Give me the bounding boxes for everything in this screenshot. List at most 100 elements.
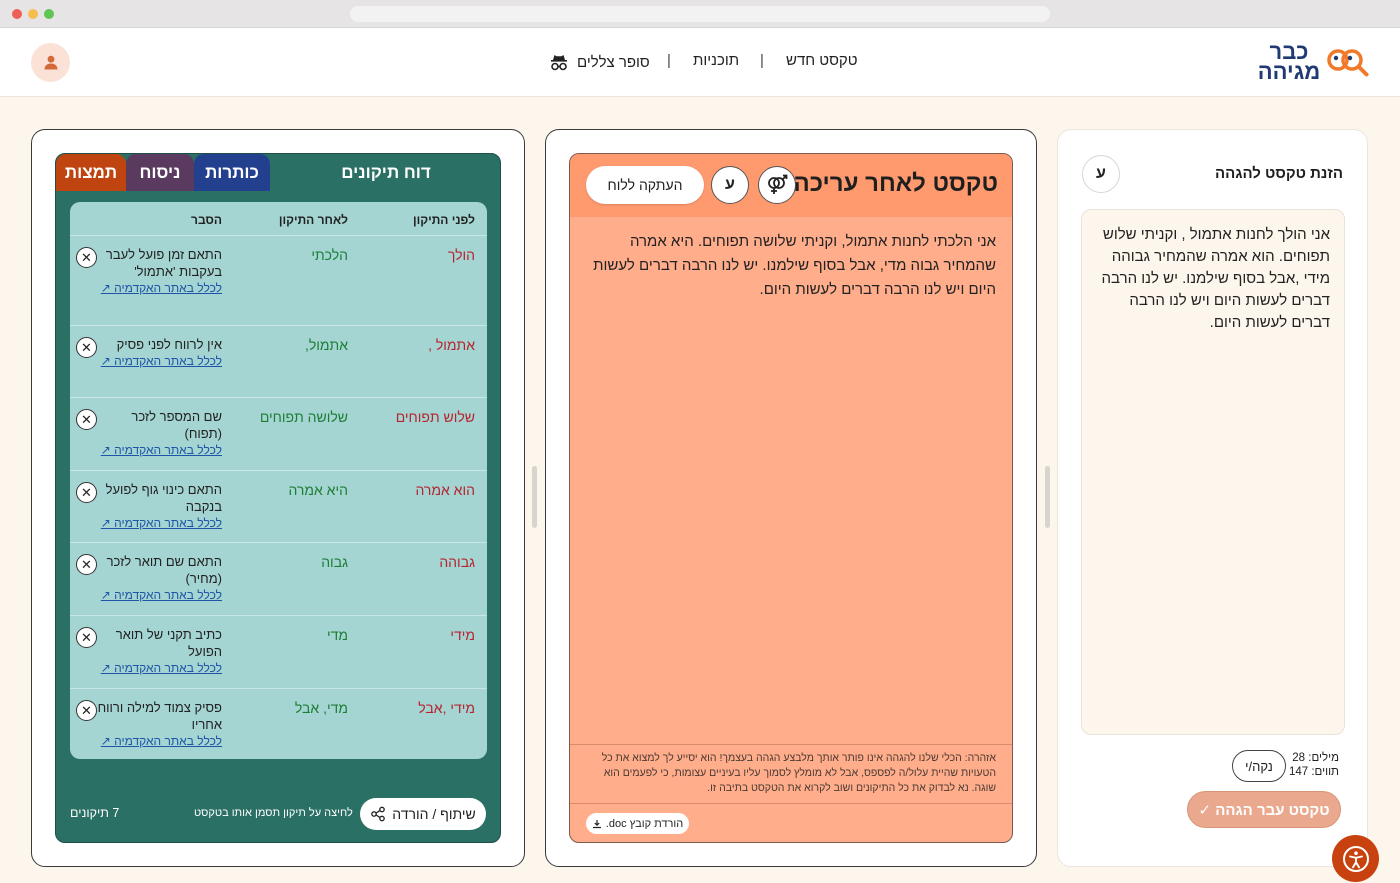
copy-to-clipboard-button[interactable]: העתקה ללוח [586, 166, 704, 204]
text-stats: מילים: 28 תווים: 147 [1289, 751, 1339, 779]
nav-separator: | [667, 52, 671, 69]
hebrew-language-button[interactable]: ע [711, 166, 749, 204]
nav-plans[interactable]: תוכניות [693, 52, 739, 69]
download-doc-label: הורדת קובץ doc. [605, 817, 684, 830]
chars-count: 147 [1288, 766, 1309, 778]
tab-headings[interactable]: כותרות [194, 154, 270, 191]
explanation-text: אין לרווח לפני פסיק [116, 337, 222, 352]
explanation: פסיק צמוד למילה ורווח אחריו לכלל באתר האק… [92, 699, 222, 750]
close-icon: ✕ [81, 484, 92, 500]
before-text: מידי ,אבל [418, 700, 475, 716]
academy-rule-link[interactable]: לכלל באתר האקדמיה ↗ [92, 660, 222, 677]
report-hint: לחיצה על תיקון תסמן אותו בטקסט [194, 807, 353, 819]
after-text: אתמול, [304, 337, 348, 353]
after-text: שלושה תפוחים [259, 409, 348, 425]
close-icon: ✕ [81, 702, 92, 718]
explanation: התאם שם תואר לזכר (מחיר) לכלל באתר האקדמי… [92, 553, 222, 604]
dismiss-correction-button[interactable]: ✕ [76, 627, 97, 648]
academy-rule-link[interactable]: לכלל באתר האקדמיה ↗ [92, 353, 222, 370]
before-text: גבוהה [439, 554, 475, 570]
browser-chrome [0, 0, 1400, 28]
address-bar[interactable] [350, 6, 1050, 22]
resize-handle[interactable] [1045, 466, 1050, 528]
dismiss-correction-button[interactable]: ✕ [76, 700, 97, 721]
corrections-report: תמצות ניסוח כותרות דוח תיקונים לפני התיק… [55, 153, 501, 843]
before-text: הוא אמרה [415, 482, 475, 498]
text-input-area[interactable]: אני הולך לחנות אתמול , וקניתי שלוש תפוחי… [1081, 209, 1345, 735]
edited-text[interactable]: אני הלכתי לחנות אתמול, וקניתי שלושה תפוח… [586, 230, 996, 302]
academy-rule-link[interactable]: לכלל באתר האקדמיה ↗ [92, 515, 222, 532]
report-title: דוח תיקונים [341, 162, 431, 182]
hebrew-language-button[interactable]: ע [1082, 155, 1120, 193]
share-download-label: שיתוף / הורדה [392, 806, 476, 822]
before-text: הולך [447, 247, 475, 263]
close-icon: ✕ [81, 556, 92, 572]
minimize-window-button[interactable] [28, 9, 38, 19]
before-text: מידי [450, 627, 475, 643]
before-text: אתמול , [428, 337, 475, 353]
input-card: הזנת טקסט להגהה ע אני הולך לחנות אתמול ,… [1057, 129, 1368, 867]
nav-new-text[interactable]: טקסט חדש [786, 52, 858, 69]
explanation: אין לרווח לפני פסיק לכלל באתר האקדמיה ↗ [92, 336, 222, 370]
dismiss-correction-button[interactable]: ✕ [76, 554, 97, 575]
academy-rule-link[interactable]: לכלל באתר האקדמיה ↗ [92, 733, 222, 750]
after-text: היא אמרה [288, 482, 348, 498]
correction-row[interactable]: הוא אמרה היא אמרה התאם כינוי גוף לפועל בנק… [70, 470, 487, 542]
dismiss-correction-button[interactable]: ✕ [76, 337, 97, 358]
share-download-button[interactable]: שיתוף / הורדה [360, 798, 486, 830]
dismiss-correction-button[interactable]: ✕ [76, 409, 97, 430]
correction-row[interactable]: מידי ,אבל מדי, אבל פסיק צמוד למילה ורווח א… [70, 688, 487, 759]
tab-summarize[interactable]: תמצות [56, 154, 126, 191]
close-window-button[interactable] [12, 9, 22, 19]
clear-button[interactable]: נקה/י [1232, 750, 1286, 782]
correction-row[interactable]: הולך הלכתי התאם זמן פועל לעבר בעקבות 'אתמו… [70, 235, 487, 325]
dismiss-correction-button[interactable]: ✕ [76, 482, 97, 503]
col-explanation-header: הסבר [191, 213, 222, 227]
after-text: מדי [326, 627, 348, 643]
correction-row[interactable]: גבוהה גבוה התאם שם תואר לזכר (מחיר) לכלל בא… [70, 542, 487, 615]
academy-rule-link[interactable]: לכלל באתר האקדמיה ↗ [92, 442, 222, 459]
dismiss-correction-button[interactable]: ✕ [76, 247, 97, 268]
close-icon: ✕ [81, 629, 92, 645]
disclaimer-warning: אזהרה: הכלי שלנו להגהה אינו פותר אותך מל… [570, 744, 1012, 804]
correction-row[interactable]: שלוש תפוחים שלושה תפוחים שם המספר לזכר (תפ… [70, 397, 487, 470]
correction-row[interactable]: אתמול , אתמול, אין לרווח לפני פסיק לכלל באת… [70, 325, 487, 397]
chars-label: תווים: [1311, 766, 1339, 778]
edited-title: טקסט לאחר עריכה [793, 170, 998, 197]
after-text: הלכתי [311, 247, 348, 263]
edited-panel: טקסט לאחר עריכה ע העתקה ללוח אני הלכתי ל… [569, 153, 1013, 843]
words-label: מילים: [1308, 752, 1339, 764]
magnifier-glasses-icon [1327, 49, 1369, 77]
correction-row[interactable]: מידי מדי כתיב תקני של תואר הפועל לכלל באתר … [70, 615, 487, 688]
corrections-count: 7 תיקונים [70, 806, 120, 820]
explanation-text: התאם שם תואר לזכר (מחיר) [106, 554, 222, 586]
close-icon: ✕ [81, 249, 92, 265]
tab-phrasing[interactable]: ניסוח [126, 154, 194, 191]
academy-rule-link[interactable]: לכלל באתר האקדמיה ↗ [92, 587, 222, 604]
accessibility-icon [1342, 845, 1369, 872]
submit-proofread-button[interactable]: טקסט עבר הגהה ✓ [1187, 791, 1341, 828]
user-icon [44, 55, 57, 70]
download-icon [592, 819, 601, 828]
col-before-header: לפני התיקון [412, 213, 475, 227]
input-title: הזנת טקסט להגהה [1215, 165, 1343, 182]
after-text: מדי, אבל [294, 700, 348, 716]
explanation: התאם כינוי גוף לפועל בנקבה לכלל באתר האקד… [92, 481, 222, 532]
gender-icon [768, 174, 788, 194]
before-text: שלוש תפוחים [395, 409, 475, 425]
user-avatar-button[interactable] [31, 43, 70, 82]
nav-ghostwriter-label: סופר צללים [577, 53, 650, 71]
explanation-text: התאם זמן פועל לעבר בעקבות 'אתמול' [105, 247, 222, 279]
maximize-window-button[interactable] [44, 9, 54, 19]
gender-button[interactable] [758, 166, 796, 204]
resize-handle[interactable] [532, 466, 537, 528]
logo-text: כבר מגיהה [1256, 41, 1322, 83]
words-count: 28 [1292, 752, 1306, 764]
download-doc-button[interactable]: הורדת קובץ doc. [586, 813, 689, 834]
nav-ghostwriter[interactable]: סופר צללים [549, 52, 650, 72]
edited-card: טקסט לאחר עריכה ע העתקה ללוח אני הלכתי ל… [545, 129, 1037, 867]
accessibility-button[interactable] [1332, 835, 1379, 882]
site-logo[interactable]: כבר מגיהה [1256, 41, 1370, 86]
edited-header: טקסט לאחר עריכה ע העתקה ללוח [570, 154, 1012, 217]
academy-rule-link[interactable]: לכלל באתר האקדמיה ↗ [92, 280, 222, 297]
